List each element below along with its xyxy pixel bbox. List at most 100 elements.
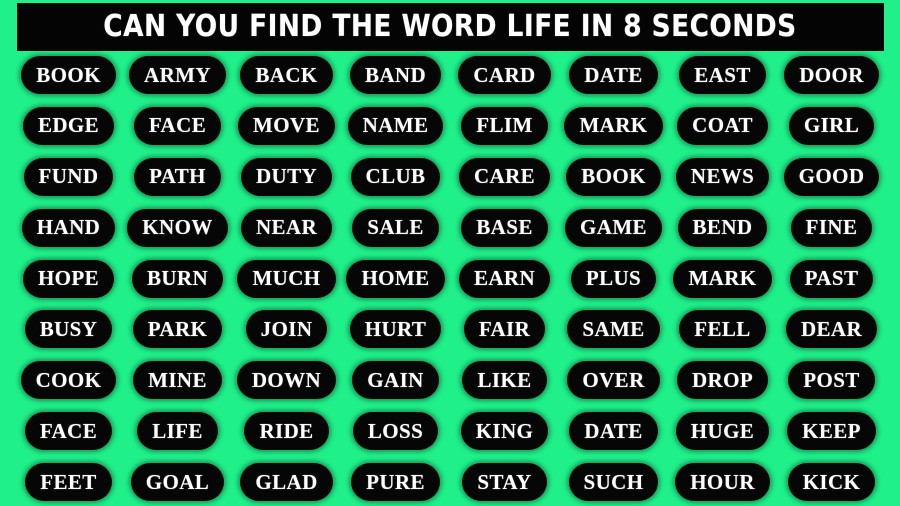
word-cell: KNOW: [123, 208, 232, 247]
word-pill[interactable]: SAME: [567, 310, 660, 349]
word-cell: SAME: [559, 310, 668, 349]
word-pill[interactable]: NEWS: [675, 157, 770, 196]
word-pill[interactable]: DEAR: [785, 310, 878, 349]
word-label: BOOK: [36, 62, 101, 87]
word-label: HAND: [36, 215, 101, 240]
word-pill[interactable]: BEND: [677, 208, 768, 247]
word-pill[interactable]: FUND: [23, 157, 114, 196]
word-pill[interactable]: DROP: [676, 361, 769, 400]
word-pill[interactable]: PLUS: [570, 259, 657, 298]
word-pill[interactable]: HUGE: [675, 412, 770, 451]
word-cell: KING: [450, 412, 559, 451]
word-pill[interactable]: SUCH: [568, 463, 659, 501]
word-cell: GAIN: [341, 361, 450, 400]
word-label: STAY: [477, 469, 532, 494]
word-cell: BACK: [232, 56, 341, 94]
word-label: COOK: [35, 367, 102, 392]
word-cell: FLIM: [450, 106, 559, 145]
title-banner: CAN YOU FIND THE WORD LIFE IN 8 SECONDS: [17, 4, 883, 50]
word-label: FINE: [805, 215, 858, 240]
word-pill[interactable]: BASE: [461, 208, 548, 247]
word-pill[interactable]: EARN: [458, 259, 551, 298]
word-pill[interactable]: MINE: [133, 361, 222, 400]
word-pill[interactable]: KING: [460, 412, 549, 451]
word-pill[interactable]: RIDE: [244, 412, 329, 451]
word-pill[interactable]: NEAR: [240, 208, 333, 247]
word-pill[interactable]: DATE: [569, 56, 658, 94]
word-pill[interactable]: DUTY: [240, 157, 333, 196]
word-pill[interactable]: GOAL: [130, 463, 225, 501]
word-pill[interactable]: POST: [788, 361, 875, 400]
word-pill[interactable]: GIRL: [788, 106, 875, 145]
word-cell: LIKE: [450, 361, 559, 400]
word-pill[interactable]: GOOD: [783, 157, 880, 196]
word-pill[interactable]: DOOR: [784, 56, 879, 94]
word-pill[interactable]: BOOK: [566, 157, 661, 196]
word-pill[interactable]: MARK: [564, 106, 663, 145]
word-pill[interactable]: FACE: [133, 106, 222, 145]
word-cell: PLUS: [559, 259, 668, 298]
word-row: FEET GOAL GLAD PURE STAY SUCH HOUR KICK: [14, 463, 886, 501]
word-cell: CLUB: [341, 157, 450, 196]
word-pill[interactable]: FELL: [679, 310, 766, 349]
word-label: BACK: [255, 62, 318, 87]
word-label: CARE: [473, 164, 536, 189]
word-pill[interactable]: PAST: [789, 259, 874, 298]
word-pill[interactable]: MUCH: [237, 259, 336, 298]
word-pill[interactable]: GLAD: [240, 463, 333, 501]
word-pill[interactable]: COOK: [20, 361, 117, 400]
word-pill[interactable]: BUSY: [24, 310, 113, 349]
word-pill[interactable]: HOPE: [22, 259, 115, 298]
word-pill[interactable]: ARMY: [129, 56, 226, 94]
word-pill[interactable]: BACK: [240, 56, 333, 94]
word-pill[interactable]: BURN: [131, 259, 224, 298]
word-pill[interactable]: GAME: [565, 208, 662, 247]
word-label: GAME: [580, 215, 647, 240]
word-label: BOOK: [581, 164, 646, 189]
word-pill[interactable]: PURE: [351, 463, 440, 501]
word-label: LOSS: [367, 418, 424, 443]
word-row: FUND PATH DUTY CLUB CARE BOOK NEWS GOOD: [14, 157, 886, 196]
word-pill[interactable]: KICK: [787, 463, 876, 501]
word-pill[interactable]: OVER: [567, 361, 660, 400]
word-pill[interactable]: STAY: [462, 463, 547, 501]
word-pill[interactable]: EDGE: [22, 106, 115, 145]
word-pill[interactable]: CARD: [458, 56, 551, 94]
word-pill[interactable]: HOUR: [675, 463, 770, 501]
word-label: KICK: [802, 469, 861, 494]
word-pill[interactable]: MARK: [673, 259, 772, 298]
word-pill[interactable]: BOOK: [21, 56, 116, 94]
word-pill[interactable]: SALE: [352, 208, 439, 247]
word-pill[interactable]: CLUB: [350, 157, 441, 196]
word-pill[interactable]: COAT: [677, 106, 768, 145]
word-pill[interactable]: LIFE: [137, 412, 218, 451]
word-pill[interactable]: HOME: [346, 259, 445, 298]
word-cell: PARK: [123, 310, 232, 349]
word-pill[interactable]: KNOW: [127, 208, 228, 247]
word-pill[interactable]: FAIR: [463, 310, 546, 349]
word-pill[interactable]: EAST: [679, 56, 766, 94]
word-pill[interactable]: CARE: [458, 157, 551, 196]
word-cell: FUND: [14, 157, 123, 196]
word-label: BURN: [146, 266, 209, 290]
word-pill[interactable]: MOVE: [238, 106, 335, 145]
word-pill[interactable]: JOIN: [245, 310, 328, 349]
word-pill[interactable]: FACE: [24, 412, 113, 451]
word-pill[interactable]: HURT: [349, 310, 442, 349]
word-pill[interactable]: NAME: [347, 106, 444, 145]
word-label: NAME: [362, 113, 429, 138]
word-pill[interactable]: LOSS: [352, 412, 439, 451]
word-pill[interactable]: BAND: [349, 56, 442, 94]
word-pill[interactable]: KEEP: [787, 412, 876, 451]
word-pill[interactable]: DOWN: [236, 361, 337, 400]
word-pill[interactable]: FINE: [790, 208, 873, 247]
word-pill[interactable]: GAIN: [352, 361, 439, 400]
word-pill[interactable]: FEET: [25, 463, 112, 501]
word-cell: COOK: [14, 361, 123, 400]
word-pill[interactable]: PARK: [132, 310, 223, 349]
word-pill[interactable]: PATH: [134, 157, 221, 196]
word-pill[interactable]: FLIM: [461, 106, 548, 145]
word-pill[interactable]: HAND: [21, 208, 116, 247]
word-pill[interactable]: DATE: [569, 412, 658, 451]
word-pill[interactable]: LIKE: [462, 361, 547, 400]
